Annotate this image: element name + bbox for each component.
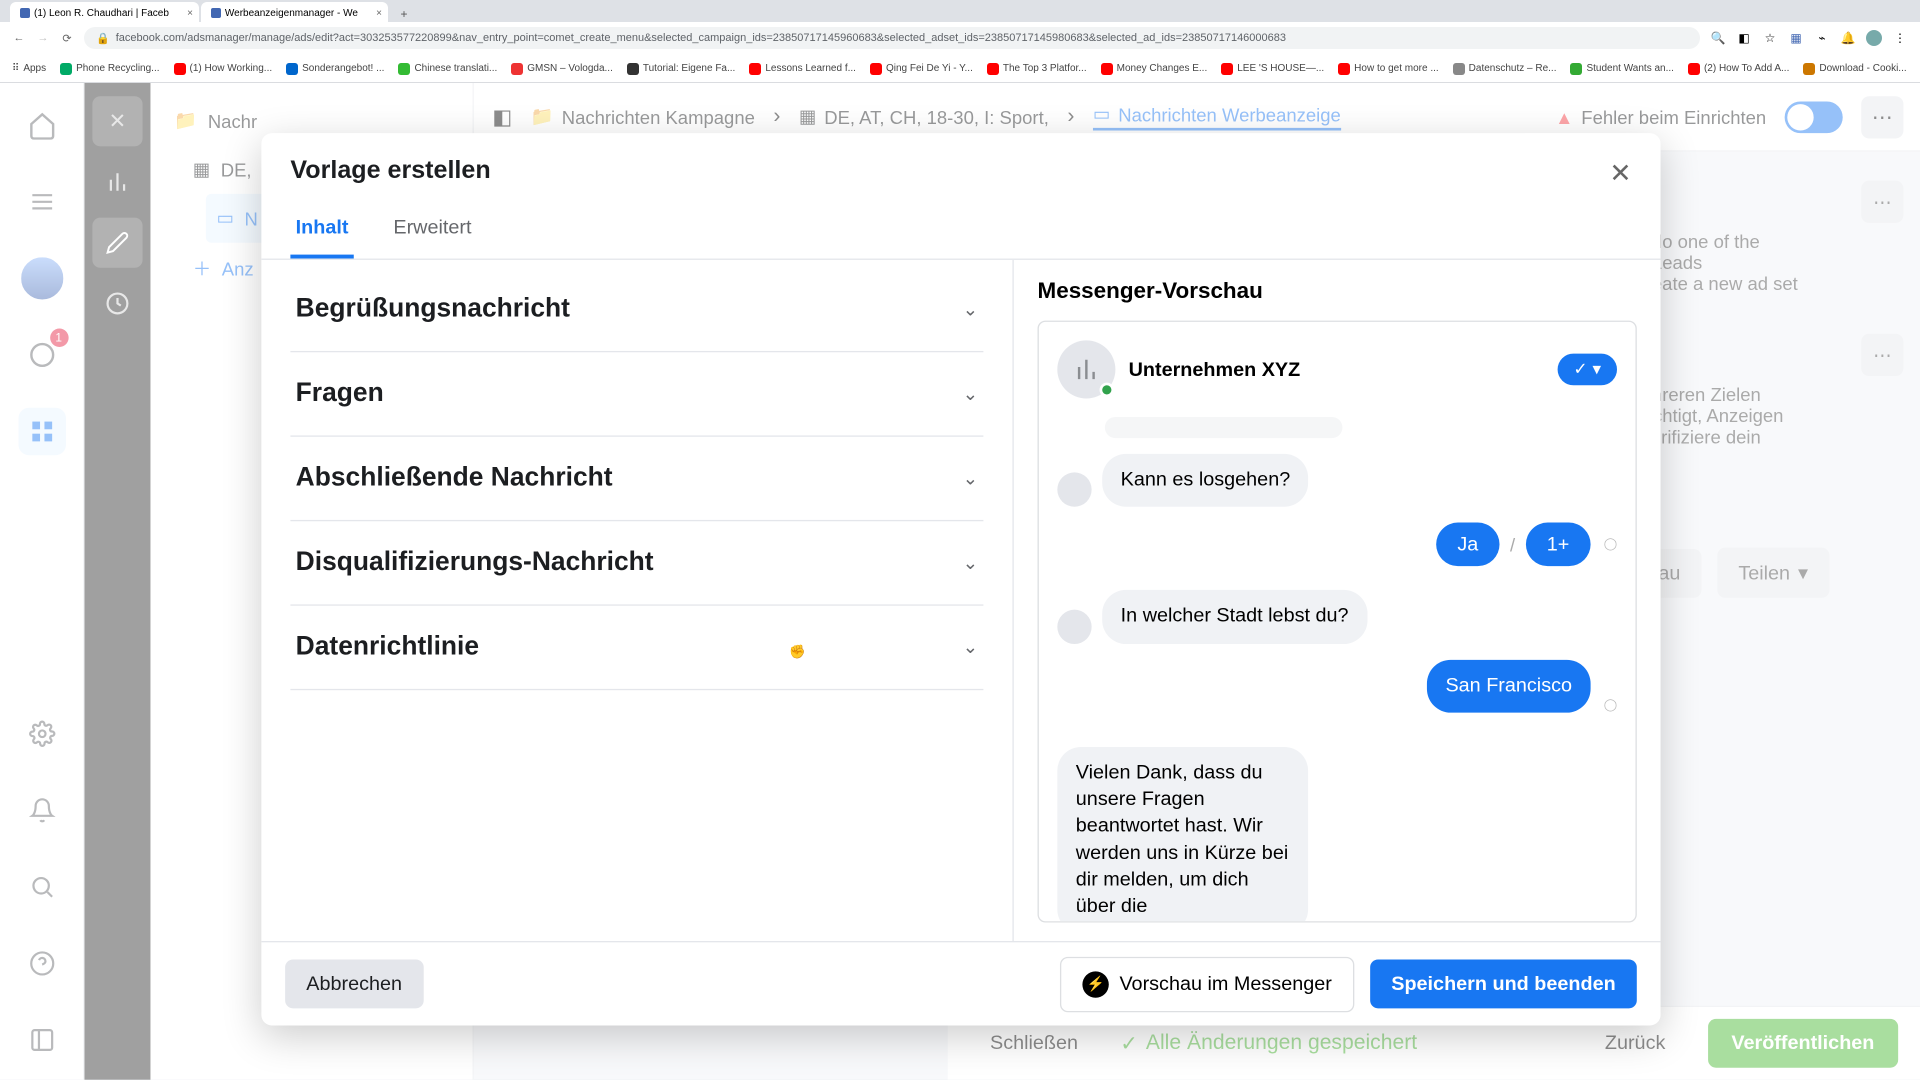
url-text: facebook.com/adsmanager/manage/ads/edit?…	[116, 32, 1286, 44]
save-and-exit-button[interactable]: Speichern und beenden	[1370, 959, 1637, 1008]
quick-reply-one-plus[interactable]: 1+	[1526, 523, 1591, 567]
modal-tab-strip: Inhalt Erweitert	[261, 206, 1660, 259]
close-icon[interactable]: ×	[187, 8, 193, 19]
cancel-button[interactable]: Abbrechen	[285, 959, 423, 1008]
bookmark-item[interactable]: Datenschutz – Re...	[1453, 63, 1557, 75]
facebook-favicon-icon	[20, 8, 30, 18]
reader-icon[interactable]: ◧	[1736, 30, 1752, 46]
chevron-down-icon: ⌄	[963, 298, 978, 320]
menu-icon[interactable]: ⋮	[1892, 30, 1908, 46]
bookmark-item[interactable]: Sonderangebot! ...	[286, 63, 384, 75]
bookmark-item[interactable]: The Top 3 Platfor...	[987, 63, 1087, 75]
section-privacy[interactable]: Datenrichtlinie ⌄	[290, 606, 983, 690]
zoom-icon[interactable]: 🔍	[1710, 30, 1726, 46]
browser-chrome: (1) Leon R. Chaudhari | Faceb × Werbeanz…	[0, 0, 1920, 83]
delivered-icon: ◯	[1604, 537, 1617, 552]
close-icon[interactable]: ✕	[1609, 157, 1631, 190]
lock-icon: 🔒	[96, 32, 110, 45]
tab-content[interactable]: Inhalt	[290, 206, 353, 259]
verified-badge: ✓ ▾	[1558, 354, 1617, 386]
section-closing[interactable]: Abschließende Nachricht ⌄	[290, 437, 983, 521]
bookmark-item[interactable]: Download - Cooki...	[1803, 63, 1906, 75]
bookmark-item[interactable]: GMSN – Vologda...	[511, 63, 613, 75]
bookmark-item[interactable]: Lessons Learned f...	[749, 63, 856, 75]
bookmark-item[interactable]: Phone Recycling...	[60, 63, 159, 75]
back-icon[interactable]: ←	[12, 31, 26, 45]
tab-facebook[interactable]: (1) Leon R. Chaudhari | Faceb ×	[10, 2, 199, 22]
tab-label: (1) Leon R. Chaudhari | Faceb	[34, 8, 169, 19]
messenger-icon[interactable]: ⌁	[1814, 30, 1830, 46]
preview-title: Messenger-Vorschau	[1038, 278, 1637, 304]
bookmark-item[interactable]: (1) How Working...	[174, 63, 273, 75]
tab-strip: (1) Leon R. Chaudhari | Faceb × Werbeanz…	[0, 0, 1920, 22]
cursor-icon: ✊	[789, 645, 805, 660]
button-label: Vorschau im Messenger	[1119, 973, 1331, 995]
bell-icon[interactable]: 🔔	[1840, 30, 1856, 46]
bookmark-item[interactable]: Tutorial: Eigene Fa...	[627, 63, 735, 75]
chevron-down-icon: ⌄	[963, 467, 978, 489]
chevron-down-icon: ⌄	[963, 636, 978, 658]
bookmark-item[interactable]: How to get more ...	[1338, 63, 1438, 75]
address-bar: ← → ⟳ 🔒 facebook.com/adsmanager/manage/a…	[0, 22, 1920, 54]
bookmark-item[interactable]: Student Wants an...	[1570, 63, 1673, 75]
messenger-preview: Unternehmen XYZ ✓ ▾ Kann es losgehen? Ja…	[1038, 321, 1637, 923]
close-icon[interactable]: ×	[376, 8, 382, 19]
messenger-icon: ⚡	[1082, 971, 1108, 997]
template-modal: Vorlage erstellen ✕ Inhalt Erweitert Beg…	[261, 133, 1660, 1025]
grid-icon[interactable]: ▦	[1788, 30, 1804, 46]
chevron-down-icon: ⌄	[963, 383, 978, 405]
online-dot-icon	[1100, 383, 1115, 398]
apps-icon[interactable]: ⠿ Apps	[12, 63, 46, 74]
section-label: Abschließende Nachricht	[296, 463, 613, 493]
company-avatar	[1057, 340, 1115, 398]
section-label: Disqualifizierungs-Nachricht	[296, 548, 654, 578]
bookmark-item[interactable]: Chinese translati...	[398, 63, 497, 75]
user-message: San Francisco	[1427, 659, 1591, 712]
sections-panel: Begrüßungsnachricht ⌄ Fragen ⌄ Abschließ…	[261, 260, 1013, 941]
company-name: Unternehmen XYZ	[1129, 358, 1301, 380]
preview-in-messenger-button[interactable]: ⚡ Vorschau im Messenger	[1060, 956, 1354, 1011]
adsmanager-favicon-icon	[211, 8, 221, 18]
section-label: Datenrichtlinie	[296, 632, 479, 662]
bot-message: Kann es losgehen?	[1102, 454, 1308, 507]
bookmark-item[interactable]: Qing Fei De Yi - Y...	[870, 63, 973, 75]
section-label: Begrüßungsnachricht	[296, 294, 570, 324]
chevron-down-icon: ⌄	[963, 552, 978, 574]
separator: /	[1510, 534, 1515, 555]
bookmark-item[interactable]: (2) How To Add A...	[1688, 63, 1789, 75]
section-label: Fragen	[296, 379, 384, 409]
tab-label: Werbeanzeigenmanager - We	[225, 8, 358, 19]
bot-avatar-icon	[1057, 609, 1091, 643]
new-tab-button[interactable]: +	[396, 6, 412, 22]
bookmark-item[interactable]: Money Changes E...	[1101, 63, 1208, 75]
tab-adsmanager[interactable]: Werbeanzeigenmanager - We ×	[201, 2, 388, 22]
forward-icon[interactable]: →	[36, 31, 50, 45]
page-content: 1 ✕ 📁 Nachr ▦ DE, ▭ N ＋ Anz ◧ 📁 Nachrich…	[0, 83, 1920, 1080]
bookmark-item[interactable]: LEE 'S HOUSE—...	[1221, 63, 1324, 75]
delivered-icon: ◯	[1604, 698, 1617, 713]
bot-avatar-icon	[1057, 473, 1091, 507]
previous-message-hint	[1105, 417, 1343, 438]
bot-message: In welcher Stadt lebst du?	[1102, 590, 1367, 643]
addr-actions: 🔍 ◧ ☆ ▦ ⌁ 🔔 ⋮	[1710, 30, 1908, 46]
section-disqualify[interactable]: Disqualifizierungs-Nachricht ⌄	[290, 521, 983, 605]
bookmarks-bar: ⠿ Apps Phone Recycling... (1) How Workin…	[0, 54, 1920, 83]
bot-message: Vielen Dank, dass du unsere Fragen beant…	[1057, 747, 1308, 923]
reload-icon[interactable]: ⟳	[60, 31, 74, 45]
quick-reply-yes[interactable]: Ja	[1436, 523, 1499, 567]
tab-advanced[interactable]: Erweitert	[388, 206, 477, 259]
avatar-icon[interactable]	[1866, 30, 1882, 46]
modal-footer: Abbrechen ⚡ Vorschau im Messenger Speich…	[261, 941, 1660, 1025]
modal-title: Vorlage erstellen	[290, 157, 490, 186]
url-field[interactable]: 🔒 facebook.com/adsmanager/manage/ads/edi…	[84, 27, 1700, 49]
star-icon[interactable]: ☆	[1762, 30, 1778, 46]
section-greeting[interactable]: Begrüßungsnachricht ⌄	[290, 268, 983, 352]
preview-panel: Messenger-Vorschau Unternehmen XYZ ✓ ▾ K…	[1014, 260, 1661, 941]
section-questions[interactable]: Fragen ⌄	[290, 352, 983, 436]
